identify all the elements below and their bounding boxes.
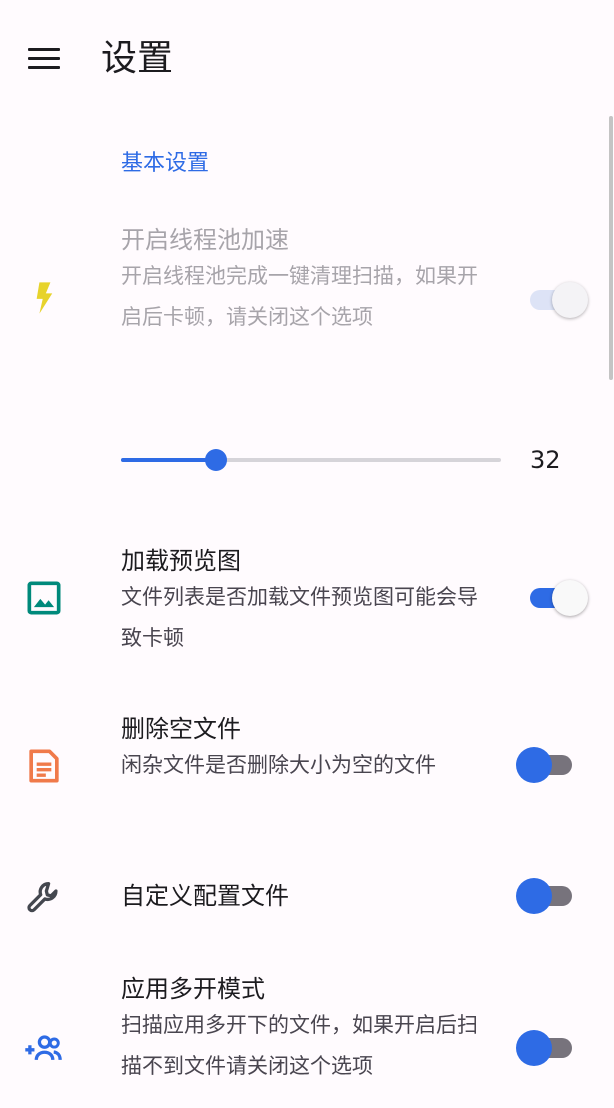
slider-value: 32: [530, 446, 561, 474]
setting-summary: 开启线程池完成一键清理扫描，如果开启后卡顿，请关闭这个选项: [121, 264, 478, 329]
document-icon: [22, 744, 66, 788]
setting-summary: 扫描应用多开下的文件，如果开启后扫描不到文件请关闭这个选项: [121, 1013, 478, 1078]
setting-title: 应用多开模式: [121, 975, 265, 1003]
delete-empty-switch[interactable]: [516, 745, 586, 785]
group-add-icon: [22, 1026, 66, 1070]
section-title: 基本设置: [121, 151, 210, 176]
page-title: 设置: [101, 38, 174, 79]
multi-app-switch[interactable]: [516, 1028, 586, 1068]
menu-icon[interactable]: [26, 44, 62, 74]
load-preview-switch[interactable]: [518, 578, 588, 618]
setting-title: 加载预览图: [121, 547, 241, 575]
setting-thread-pool[interactable]: 开启线程池加速 开启线程池完成一键清理扫描，如果开启后卡顿，请关闭这个选项: [0, 220, 614, 390]
app-bar: 设置: [0, 0, 614, 120]
thread-count-slider[interactable]: [121, 446, 501, 474]
thread-pool-switch[interactable]: [518, 280, 588, 320]
setting-title: 自定义配置文件: [121, 882, 289, 910]
slider-thumb[interactable]: [205, 449, 227, 471]
setting-title: 开启线程池加速: [121, 226, 289, 254]
setting-multi-app[interactable]: 应用多开模式 扫描应用多开下的文件，如果开启后扫描不到文件请关闭这个选项: [0, 968, 614, 1108]
setting-summary: 文件列表是否加载文件预览图可能会导致卡顿: [121, 585, 478, 650]
custom-config-switch[interactable]: [516, 876, 586, 916]
setting-custom-config[interactable]: 自定义配置文件: [0, 868, 614, 928]
setting-load-preview[interactable]: 加载预览图 文件列表是否加载文件预览图可能会导致卡顿: [0, 540, 614, 670]
setting-delete-empty[interactable]: 删除空文件 闲杂文件是否删除大小为空的文件: [0, 708, 614, 838]
image-icon: [22, 576, 66, 620]
flash-icon: [22, 276, 66, 320]
setting-title: 删除空文件: [121, 715, 241, 743]
setting-summary: 闲杂文件是否删除大小为空的文件: [121, 753, 436, 777]
slider-fill: [121, 458, 216, 462]
wrench-icon: [22, 876, 66, 920]
